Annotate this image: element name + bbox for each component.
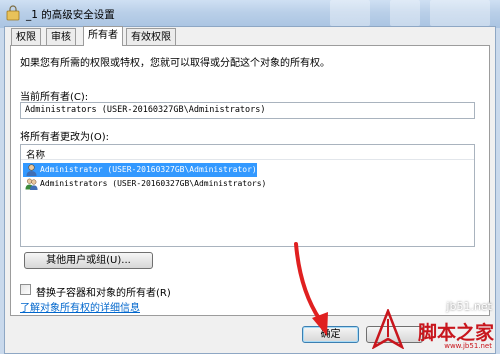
list-item-administrators[interactable]: Administrators (USER-20160327GB\Administ… bbox=[23, 177, 266, 191]
tab-permissions[interactable]: 权限 bbox=[11, 28, 41, 45]
red-arrow-annotation bbox=[294, 242, 328, 336]
owner-name: Administrators (USER-20160327GB\Administ… bbox=[40, 179, 267, 188]
list-item-administrator[interactable]: Administrator (USER-20160327GB\Administr… bbox=[23, 163, 257, 177]
description-text: 如果您有所需的权限或特权，您就可以取得或分配这个对象的所有权。 bbox=[20, 58, 330, 69]
users-group-icon bbox=[25, 178, 38, 190]
owner-tab-panel: 如果您有所需的权限或特权，您就可以取得或分配这个对象的所有权。 当前所有者(C)… bbox=[10, 45, 490, 316]
title-bar-glass bbox=[330, 0, 370, 26]
tab-owner[interactable]: 所有者 bbox=[83, 26, 123, 46]
change-owner-label: 将所有者更改为(O): bbox=[20, 132, 110, 143]
title-bar-glass bbox=[430, 0, 490, 26]
current-owner-field[interactable]: Administrators (USER-20160327GB\Administ… bbox=[20, 102, 475, 119]
watermark-url: www.jb51.net bbox=[444, 342, 492, 350]
watermark-site: jb51.net bbox=[446, 300, 492, 313]
learn-more-link[interactable]: 了解对象所有权的详细信息 bbox=[20, 299, 140, 314]
owner-name: Administrator (USER-20160327GB\Administr… bbox=[40, 165, 257, 174]
replace-owner-label: 替换子容器和对象的所有者(R) bbox=[36, 288, 171, 299]
current-owner-label: 当前所有者(C): bbox=[20, 92, 89, 103]
replace-owner-checkbox[interactable] bbox=[20, 284, 31, 295]
title-bar[interactable]: _1 的高级安全设置 bbox=[0, 0, 500, 28]
watermark-logo-icon bbox=[372, 309, 404, 349]
folder-lock-icon bbox=[6, 5, 20, 21]
title-bar-glass bbox=[390, 0, 420, 26]
list-header-name[interactable]: 名称 bbox=[21, 145, 474, 161]
tab-effective-permissions[interactable]: 有效权限 bbox=[126, 28, 176, 45]
user-icon bbox=[26, 164, 37, 176]
other-users-button[interactable]: 其他用户或组(U)... bbox=[24, 252, 153, 269]
owner-list[interactable]: 名称 Administrator (USER-20160327GB\Admini… bbox=[20, 144, 475, 247]
watermark-brand: 脚本之家 bbox=[417, 322, 494, 344]
window-title: _1 的高级安全设置 bbox=[26, 9, 115, 21]
tab-auditing[interactable]: 审核 bbox=[46, 28, 76, 45]
